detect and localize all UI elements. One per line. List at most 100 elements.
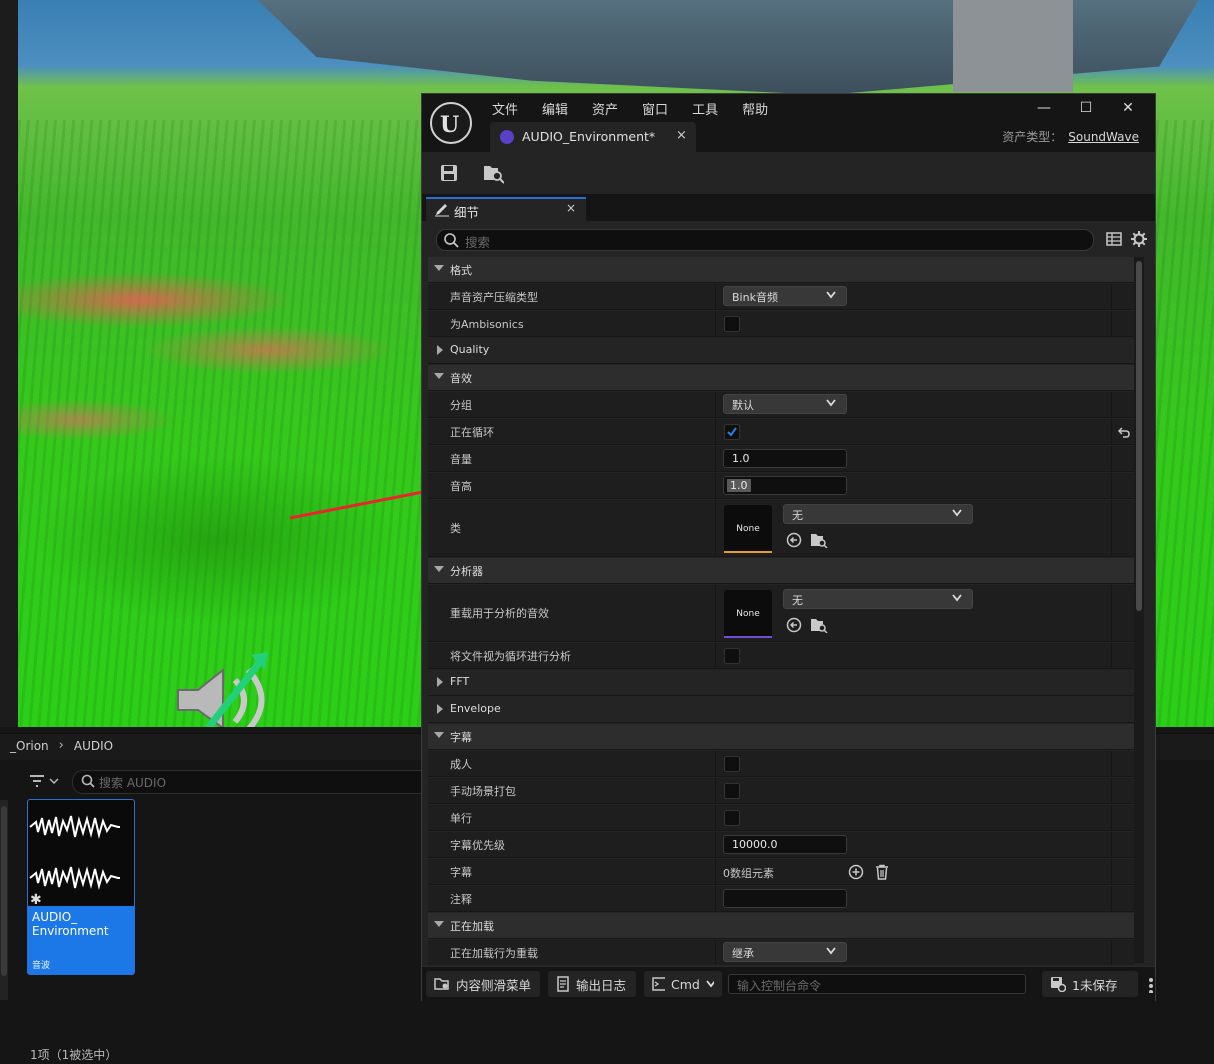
- mature-checkbox[interactable]: [724, 756, 740, 772]
- loading-override-dropdown[interactable]: 继承: [723, 942, 847, 962]
- property-loading-override: 正在加载行为重载 继承: [428, 940, 1134, 965]
- reset-to-default-icon[interactable]: [1117, 425, 1131, 439]
- category-sound[interactable]: 音效: [428, 365, 1134, 391]
- minimize-button[interactable]: —: [1023, 96, 1065, 120]
- cmd-selector[interactable]: Cmd: [644, 971, 722, 997]
- soundwave-editor-window: U 文件 编辑 资产 窗口 工具 帮助 — ☐ ✕ AUDIO_Environm…: [421, 93, 1156, 1001]
- scrollbar-thumb[interactable]: [1136, 261, 1142, 611]
- soundwave-asset-icon: [500, 130, 514, 144]
- category-format[interactable]: 格式: [428, 257, 1134, 283]
- property-group: 分组 默认: [428, 392, 1134, 418]
- input-value: 10000.0: [732, 838, 778, 851]
- breadcrumb-item-root[interactable]: _Orion: [10, 739, 49, 753]
- audio-emitter-icon[interactable]: [173, 650, 303, 727]
- looping-checkbox[interactable]: [724, 424, 740, 440]
- content-search-box[interactable]: 搜索 AUDIO: [72, 770, 434, 794]
- single-line-checkbox[interactable]: [724, 810, 740, 826]
- close-tab-icon[interactable]: ×: [676, 128, 687, 143]
- picker-value: 无: [792, 594, 803, 607]
- use-selected-icon[interactable]: [786, 617, 802, 633]
- content-drawer-button[interactable]: 内容侧滑菜单: [426, 971, 540, 997]
- browse-asset-icon[interactable]: [810, 617, 828, 633]
- category-fft[interactable]: FFT: [428, 670, 1134, 696]
- compression-type-dropdown[interactable]: Bink音频: [723, 286, 847, 306]
- property-label: 字幕: [450, 866, 472, 879]
- collapse-arrow-icon[interactable]: [437, 677, 443, 687]
- property-label: 音高: [450, 480, 472, 493]
- comment-input[interactable]: [723, 889, 847, 908]
- group-dropdown[interactable]: 默认: [723, 394, 847, 414]
- expand-arrow-icon[interactable]: [434, 566, 444, 572]
- collapse-arrow-icon[interactable]: [437, 704, 443, 714]
- breadcrumb: _Orion › AUDIO: [10, 738, 113, 753]
- expand-arrow-icon[interactable]: [434, 921, 444, 927]
- details-tab[interactable]: 细节 ×: [426, 197, 586, 221]
- category-quality[interactable]: Quality: [428, 338, 1134, 364]
- tower: [953, 0, 1073, 92]
- console-command-input[interactable]: 输入控制台命令: [728, 974, 1026, 994]
- details-scrollbar[interactable]: [1134, 257, 1144, 963]
- use-selected-icon[interactable]: [786, 532, 802, 548]
- scrollbar-thumb[interactable]: [1, 806, 7, 976]
- maximize-button[interactable]: ☐: [1065, 96, 1107, 120]
- expand-arrow-icon[interactable]: [434, 732, 444, 738]
- asset-action-icons: [786, 532, 828, 548]
- property-class: 类 None 无: [428, 500, 1134, 557]
- content-scrollbar[interactable]: [0, 800, 8, 1000]
- property-single-line: 单行: [428, 805, 1134, 831]
- close-button[interactable]: ✕: [1107, 96, 1149, 120]
- class-asset-thumbnail[interactable]: None: [724, 505, 772, 553]
- browse-to-asset-icon[interactable]: [482, 162, 504, 184]
- subtitle-priority-input[interactable]: 10000.0: [723, 835, 847, 854]
- breadcrumb-item-audio[interactable]: AUDIO: [74, 739, 113, 753]
- window-controls: — ☐ ✕: [1023, 96, 1149, 120]
- editor-toolbar: [422, 152, 1155, 195]
- menu-edit[interactable]: 编辑: [542, 99, 568, 118]
- property-matrix-icon[interactable]: [1106, 231, 1122, 247]
- category-loading[interactable]: 正在加载: [428, 913, 1134, 939]
- category-envelope[interactable]: Envelope: [428, 697, 1134, 723]
- chevron-down-icon: [826, 291, 836, 299]
- category-analysis[interactable]: 分析器: [428, 558, 1134, 584]
- analysis-asset-thumbnail[interactable]: None: [724, 590, 772, 638]
- class-asset-picker[interactable]: 无: [783, 504, 973, 524]
- expand-arrow-icon[interactable]: [434, 265, 444, 271]
- manual-word-wrap-checkbox[interactable]: [724, 783, 740, 799]
- close-panel-icon[interactable]: ×: [566, 201, 576, 215]
- category-subtitles[interactable]: 字幕: [428, 724, 1134, 750]
- menu-window[interactable]: 窗口: [642, 99, 668, 118]
- title-bar[interactable]: U 文件 编辑 资产 窗口 工具 帮助 — ☐ ✕ AUDIO_Environm…: [422, 94, 1155, 152]
- document-tab[interactable]: AUDIO_Environment* ×: [490, 122, 696, 152]
- output-log-label: 输出日志: [576, 977, 627, 993]
- menu-tools[interactable]: 工具: [692, 99, 718, 118]
- collapse-arrow-icon[interactable]: [437, 345, 443, 355]
- menu-file[interactable]: 文件: [492, 99, 518, 118]
- details-search-input[interactable]: 搜索: [465, 232, 490, 251]
- filter-dropdown[interactable]: [28, 773, 68, 791]
- expand-arrow-icon[interactable]: [434, 373, 444, 379]
- analysis-asset-picker[interactable]: 无: [783, 589, 973, 609]
- property-label: 注释: [450, 893, 472, 906]
- settings-gear-icon[interactable]: [1130, 230, 1148, 248]
- menu-asset[interactable]: 资产: [592, 99, 618, 118]
- volume-input[interactable]: 1.0: [723, 449, 847, 468]
- unsaved-button[interactable]: 1未保存: [1042, 971, 1138, 997]
- asset-type-link[interactable]: SoundWave: [1068, 130, 1139, 144]
- waveform-icon: ✱: [29, 815, 120, 908]
- details-search-box[interactable]: 搜索: [436, 229, 1094, 251]
- treat-looping-checkbox[interactable]: [724, 648, 740, 664]
- asset-tile-audio-environment[interactable]: ✱ AUDIO_ Environment 音波: [27, 799, 135, 975]
- save-icon[interactable]: [438, 162, 460, 184]
- output-log-button[interactable]: 输出日志: [548, 971, 636, 997]
- pencil-icon: [435, 204, 449, 217]
- asset-type: 音波: [32, 961, 51, 971]
- property-label: 正在循环: [450, 426, 494, 439]
- content-search-input[interactable]: 搜索 AUDIO: [99, 774, 166, 791]
- trash-icon[interactable]: [874, 864, 890, 880]
- add-element-icon[interactable]: [848, 864, 864, 880]
- pitch-input[interactable]: 1.0: [723, 476, 847, 495]
- more-options-icon[interactable]: [1148, 977, 1154, 993]
- ambisonics-checkbox[interactable]: [724, 316, 740, 332]
- menu-help[interactable]: 帮助: [742, 99, 768, 118]
- browse-asset-icon[interactable]: [810, 532, 828, 548]
